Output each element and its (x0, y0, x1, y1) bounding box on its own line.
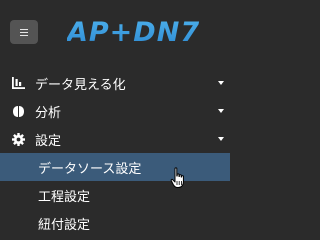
subnav-item-label: 紐付設定 (38, 217, 91, 233)
caret-down-icon (218, 137, 224, 141)
hand-pointer-cursor-icon (170, 167, 188, 189)
nav-item-visualization[interactable]: データ見える化 (0, 69, 230, 97)
caret-down-icon (218, 109, 224, 113)
subnav-item-label: データソース設定 (38, 161, 142, 177)
app-header: AP+DN7 (0, 0, 230, 64)
nav-item-label: 分析 (35, 105, 62, 121)
nav-item-analysis[interactable]: 分析 (0, 97, 230, 125)
subnav-item-linking-settings[interactable]: 紐付設定 (0, 209, 230, 237)
subnav-item-datasource-settings[interactable]: データソース設定 (0, 153, 230, 181)
caret-down-icon (218, 81, 224, 85)
hamburger-icon (20, 28, 28, 36)
nav-item-settings[interactable]: 設定 (0, 125, 230, 153)
chart-icon (11, 76, 25, 90)
sidebar-nav: データ見える化 分析 設定 データソース設定 工程設定 紐付設定 (0, 69, 230, 237)
subnav-item-process-settings[interactable]: 工程設定 (0, 181, 230, 209)
subnav-item-label: 工程設定 (38, 189, 91, 205)
nav-item-label: データ見える化 (35, 77, 126, 93)
nav-item-label: 設定 (35, 133, 62, 149)
brain-icon (11, 104, 25, 118)
app-logo: AP+DN7 (67, 15, 200, 51)
gear-icon (11, 132, 25, 146)
menu-toggle-button[interactable] (10, 20, 38, 44)
